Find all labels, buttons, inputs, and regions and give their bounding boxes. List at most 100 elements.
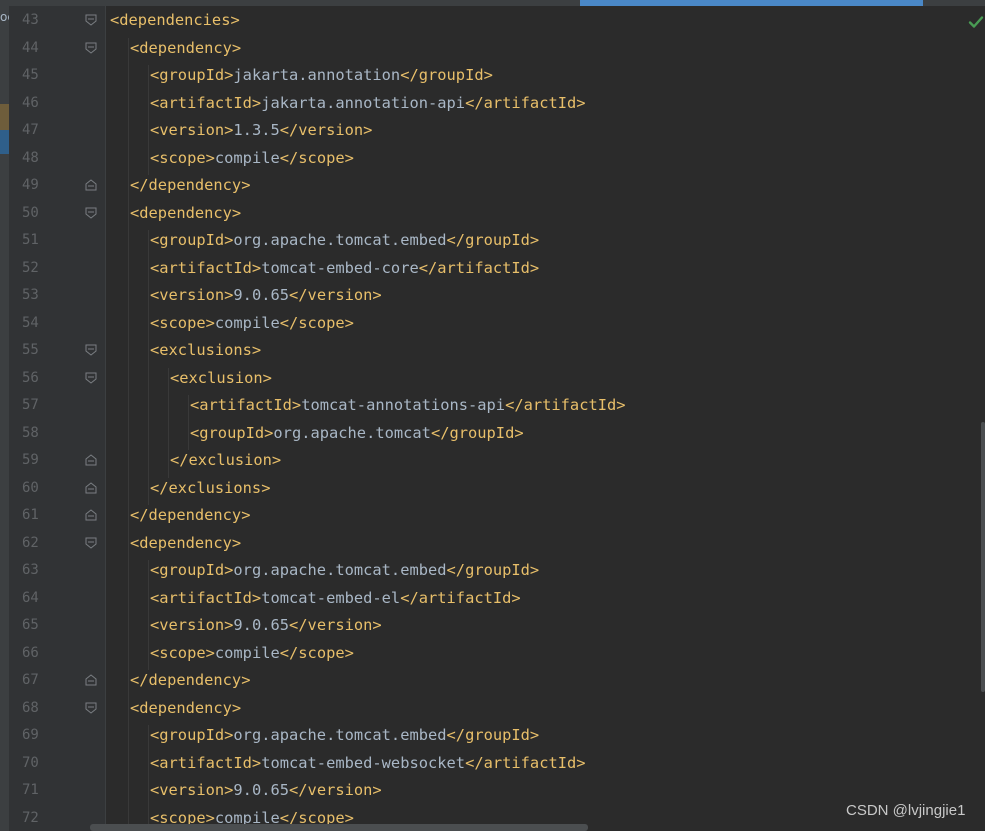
code-line[interactable]: </dependency> <box>130 505 250 525</box>
code-line[interactable]: <groupId>jakarta.annotation</groupId> <box>150 65 493 85</box>
xml-tag: <groupId> <box>150 231 234 249</box>
code-line[interactable]: </dependency> <box>130 670 250 690</box>
line-number: 55 <box>22 342 39 358</box>
xml-text: 1.3.5 <box>233 121 280 139</box>
fold-collapse-icon[interactable] <box>85 702 97 714</box>
code-line[interactable]: <version>1.3.5</version> <box>150 120 372 140</box>
code-line[interactable]: <dependency> <box>130 533 241 553</box>
xml-text: tomcat-annotations-api <box>301 396 506 414</box>
fold-end-icon[interactable] <box>85 179 97 191</box>
code-line[interactable]: <scope>compile</scope> <box>150 313 354 333</box>
xml-text: compile <box>214 643 280 662</box>
xml-tag: <scope> <box>150 643 215 662</box>
xml-tag: </groupId> <box>430 423 524 442</box>
code-line[interactable]: </exclusions> <box>150 478 270 498</box>
code-line[interactable]: <scope>compile</scope> <box>150 643 354 663</box>
fold-end-icon[interactable] <box>85 509 97 521</box>
xml-tag: </artifactId> <box>465 93 586 112</box>
xml-tag: <groupId> <box>190 423 274 442</box>
code-line[interactable]: <artifactId>tomcat-embed-el</artifactId> <box>150 588 521 608</box>
line-number: 60 <box>22 479 39 496</box>
line-number: 51 <box>22 232 39 248</box>
fold-end-icon[interactable] <box>85 674 97 686</box>
fold-collapse-icon[interactable] <box>85 207 97 219</box>
code-line[interactable]: <exclusions> <box>150 340 261 360</box>
xml-tag: <artifactId> <box>190 396 302 414</box>
fold-collapse-icon[interactable] <box>85 42 97 54</box>
fold-collapse-icon[interactable] <box>85 344 97 356</box>
code-line[interactable]: <groupId>org.apache.tomcat</groupId> <box>190 423 524 443</box>
line-number: 62 <box>22 534 39 551</box>
code-line[interactable]: <dependency> <box>130 38 241 58</box>
xml-tag: </groupId> <box>400 66 493 84</box>
xml-tag: <groupId> <box>150 726 234 744</box>
code-line[interactable]: <scope>compile</scope> <box>150 148 354 168</box>
code-line[interactable]: <dependency> <box>130 203 241 223</box>
line-number: 59 <box>22 452 39 468</box>
xml-tag: </exclusions> <box>150 478 271 497</box>
xml-tag: <exclusions> <box>150 341 262 359</box>
xml-text: org.apache.tomcat.embed <box>233 231 447 249</box>
code-line[interactable]: <version>9.0.65</version> <box>150 285 382 305</box>
xml-text: org.apache.tomcat <box>273 423 431 442</box>
line-number-gutter[interactable]: 43 44 45 46 47 48 49 50 51 52 53 54 55 56 57 58 59 60 61 62… <box>9 6 105 831</box>
code-line[interactable]: <artifactId>tomcat-embed-core</artifactI… <box>150 258 539 278</box>
code-line[interactable]: <dependencies> <box>110 10 240 30</box>
code-line[interactable]: </dependency> <box>130 175 250 195</box>
xml-text: tomcat-embed-el <box>261 588 401 607</box>
xml-tag: </version> <box>289 781 382 799</box>
horizontal-scrollbar[interactable] <box>90 824 588 831</box>
xml-text: compile <box>214 148 280 167</box>
xml-tag: </artifactId> <box>418 258 540 277</box>
code-line[interactable]: <version>9.0.65</version> <box>150 615 382 635</box>
xml-tag: <groupId> <box>150 561 234 579</box>
code-line[interactable]: <exclusion> <box>170 368 272 388</box>
xml-text: compile <box>214 313 280 332</box>
xml-tag: <dependency> <box>130 698 242 717</box>
code-line[interactable]: <groupId>org.apache.tomcat.embed</groupI… <box>150 230 539 250</box>
xml-text: jakarta.annotation-api <box>261 93 466 112</box>
indent-guide <box>188 395 189 450</box>
fold-collapse-icon[interactable] <box>85 537 97 549</box>
xml-tag: </artifactId> <box>505 396 626 414</box>
line-number: 50 <box>22 204 39 221</box>
line-number: 63 <box>22 562 39 578</box>
xml-tag: <exclusion> <box>170 368 272 387</box>
line-number: 69 <box>22 727 39 743</box>
line-number: 45 <box>22 67 39 83</box>
indent-guide <box>148 230 149 505</box>
project-panel-highlight <box>0 104 9 130</box>
code-line[interactable]: <groupId>org.apache.tomcat.embed</groupI… <box>150 725 539 745</box>
fold-collapse-icon[interactable] <box>85 14 97 26</box>
code-line[interactable]: <version>9.0.65</version> <box>150 780 382 800</box>
fold-collapse-icon[interactable] <box>85 372 97 384</box>
xml-tag: <version> <box>150 286 234 304</box>
xml-tag: </dependency> <box>130 176 251 194</box>
xml-tag: </version> <box>289 286 382 304</box>
xml-text: 9.0.65 <box>233 286 290 304</box>
code-line[interactable]: <artifactId>tomcat-embed-websocket</arti… <box>150 753 586 773</box>
indent-guide <box>148 65 149 175</box>
code-line[interactable]: </exclusion> <box>170 450 281 470</box>
line-number: 54 <box>22 314 39 331</box>
check-icon[interactable] <box>968 14 984 30</box>
fold-end-icon[interactable] <box>85 481 97 494</box>
xml-text: tomcat-embed-websocket <box>261 753 466 772</box>
line-number: 65 <box>22 617 39 633</box>
code-line[interactable]: <artifactId>jakarta.annotation-api</arti… <box>150 93 586 113</box>
code-line[interactable]: <groupId>org.apache.tomcat.embed</groupI… <box>150 560 539 580</box>
line-number: 44 <box>22 39 39 56</box>
xml-tag: <version> <box>150 616 234 634</box>
fold-end-icon[interactable] <box>85 454 97 466</box>
project-panel-edge[interactable]: oc <box>0 0 9 831</box>
xml-text: org.apache.tomcat.embed <box>233 726 447 744</box>
xml-tag: </artifactId> <box>465 753 586 772</box>
code-line[interactable]: <dependency> <box>130 698 241 718</box>
code-editor[interactable]: <dependencies> <dependency> <groupId>jakar… <box>106 6 976 831</box>
line-number: 53 <box>22 287 39 303</box>
xml-tag: </exclusion> <box>170 451 282 469</box>
xml-tag: </scope> <box>279 643 354 662</box>
code-line[interactable]: <artifactId>tomcat-annotations-api</arti… <box>190 395 626 415</box>
line-number: 68 <box>22 699 39 716</box>
vertical-scrollbar[interactable] <box>981 422 985 692</box>
